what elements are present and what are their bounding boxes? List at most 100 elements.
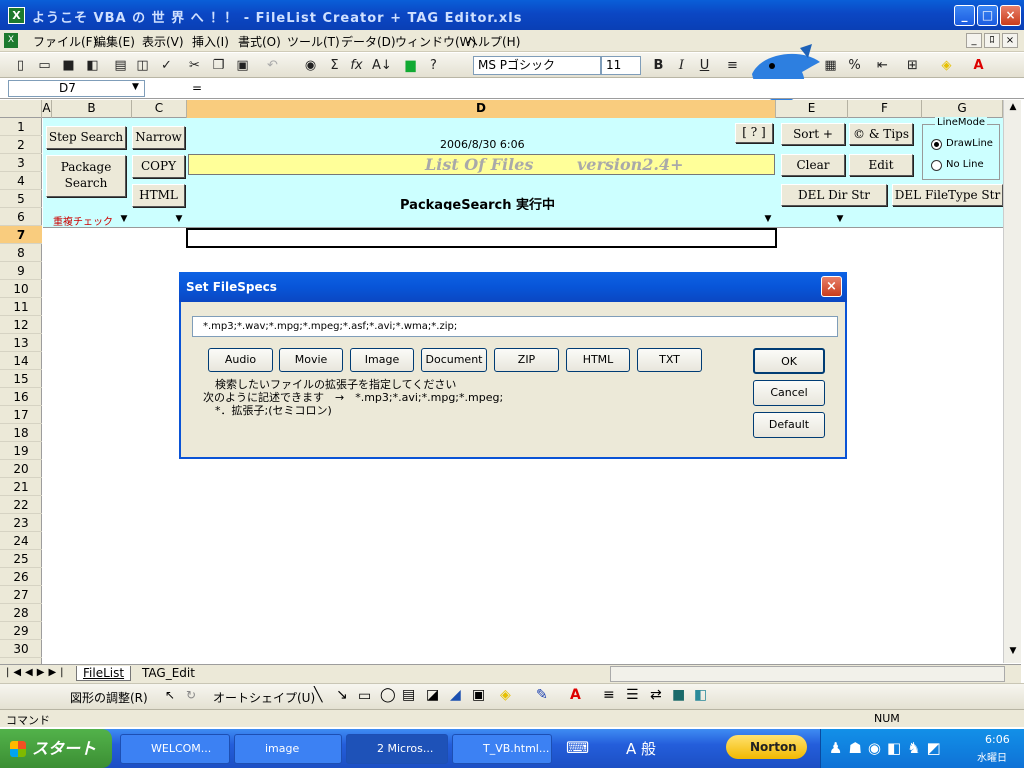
row-header-2[interactable]: 2 <box>0 136 42 154</box>
row-header-6[interactable]: 6 <box>0 208 42 226</box>
menu-format[interactable]: 書式(O) <box>238 33 281 50</box>
save-icon[interactable]: ■ <box>60 57 77 74</box>
row-header-17[interactable]: 17 <box>0 406 42 424</box>
row-header-20[interactable]: 20 <box>0 460 42 478</box>
hyperlink-icon[interactable]: ◉ <box>302 57 319 74</box>
horizontal-scrollbar[interactable] <box>610 666 1005 682</box>
function-icon[interactable]: fx <box>348 57 365 74</box>
arrow-icon[interactable]: ↘ <box>336 687 348 703</box>
tips-button[interactable]: © & Tips <box>849 123 913 145</box>
cut-icon[interactable]: ✂ <box>186 57 203 74</box>
menu-edit[interactable]: 編集(E) <box>94 33 135 50</box>
workbook-icon[interactable]: X <box>4 33 18 48</box>
select-pointer-icon[interactable]: ↖ <box>165 688 175 702</box>
font-color-button[interactable]: A <box>970 57 987 74</box>
doc-minimize-button[interactable]: _ <box>966 33 982 48</box>
column-header-g[interactable]: G <box>922 100 1003 118</box>
del-filetype-str-button[interactable]: DEL FileType Str <box>892 184 1003 206</box>
package-search-button[interactable]: Package Search <box>46 155 126 197</box>
document-button[interactable]: Document <box>421 348 487 372</box>
diagram-icon[interactable]: ◢ <box>450 687 461 703</box>
cancel-button[interactable]: Cancel <box>753 380 825 406</box>
draw-font-color-icon[interactable]: A <box>570 687 581 703</box>
paste-icon[interactable]: ▣ <box>234 57 251 74</box>
list-title-cell[interactable]: List Of Files version2.4+ <box>188 154 775 175</box>
spelling-icon[interactable]: ✓ <box>158 57 175 74</box>
open-icon[interactable]: ▭ <box>36 57 53 74</box>
excel-app-icon[interactable]: X <box>8 7 25 24</box>
row-header-30[interactable]: 30 <box>0 640 42 658</box>
chart-wizard-icon[interactable]: ▆ <box>402 57 419 74</box>
menu-file[interactable]: ファイル(F) <box>33 33 97 50</box>
select-all-corner[interactable] <box>0 100 42 118</box>
row-header-23[interactable]: 23 <box>0 514 42 532</box>
italic-button[interactable]: I <box>673 57 690 74</box>
doc-close-button[interactable]: × <box>1002 33 1018 48</box>
row-header-28[interactable]: 28 <box>0 604 42 622</box>
copy-button[interactable]: COPY <box>132 155 185 178</box>
wordart-icon[interactable]: ◪ <box>426 687 439 703</box>
font-size-select[interactable]: 11 <box>601 56 641 75</box>
row-header-9[interactable]: 9 <box>0 262 42 280</box>
filter-dropdown-e-icon[interactable]: ▼ <box>833 212 847 226</box>
menu-data[interactable]: データ(D) <box>341 33 396 50</box>
tray-icons[interactable]: ♟☗◉◧♞◩ <box>829 739 947 757</box>
tab-nav-icons[interactable]: |◀◀▶▶| <box>6 667 68 678</box>
audio-button[interactable]: Audio <box>208 348 273 372</box>
row-header-18[interactable]: 18 <box>0 424 42 442</box>
row-header-21[interactable]: 21 <box>0 478 42 496</box>
row-header-4[interactable]: 4 <box>0 172 42 190</box>
rotate-icon[interactable]: ↻ <box>186 688 196 702</box>
menu-view[interactable]: 表示(V) <box>142 33 184 50</box>
step-search-button[interactable]: Step Search <box>46 126 126 149</box>
row-header-10[interactable]: 10 <box>0 280 42 298</box>
txt-button[interactable]: TXT <box>637 348 702 372</box>
row-header-27[interactable]: 27 <box>0 586 42 604</box>
menu-insert[interactable]: 挿入(I) <box>192 33 229 50</box>
copy-icon[interactable]: ❐ <box>210 57 227 74</box>
html-filter-button[interactable]: HTML <box>566 348 630 372</box>
filespec-input[interactable]: *.mp3;*.wav;*.mpg;*.mpeg;*.asf;*.avi;*.w… <box>192 316 838 337</box>
del-dir-str-button[interactable]: DEL Dir Str <box>781 184 887 206</box>
textbox-icon[interactable]: ▤ <box>402 687 415 703</box>
column-header-a[interactable]: A <box>42 100 52 118</box>
row-header-13[interactable]: 13 <box>0 334 42 352</box>
vertical-scrollbar[interactable]: ▲ ▼ <box>1003 100 1021 663</box>
row-header-11[interactable]: 11 <box>0 298 42 316</box>
indent-icon[interactable]: ⇤ <box>874 57 891 74</box>
image-button[interactable]: Image <box>350 348 414 372</box>
task-welcome[interactable]: WELCOM... <box>120 734 230 764</box>
borders-icon[interactable]: ⊞ <box>904 57 921 74</box>
dialog-close-button[interactable]: × <box>821 276 842 297</box>
print-preview-icon[interactable]: ◫ <box>134 57 151 74</box>
shadow-icon[interactable]: ■ <box>672 687 685 703</box>
close-button[interactable]: × <box>1000 5 1021 26</box>
task-excel[interactable]: 2 Micros... <box>346 734 448 764</box>
default-button[interactable]: Default <box>753 412 825 438</box>
fill-color-icon[interactable]: ◈ <box>938 57 955 74</box>
row-header-8[interactable]: 8 <box>0 244 42 262</box>
line-color-icon[interactable]: ✎ <box>536 687 548 703</box>
row-header-19[interactable]: 19 <box>0 442 42 460</box>
row-header-1[interactable]: 1 <box>0 118 42 136</box>
scroll-up-icon[interactable]: ▲ <box>1006 102 1020 116</box>
autoshape-menu[interactable]: オートシェイプ(U) <box>213 689 315 706</box>
new-icon[interactable]: ▯ <box>12 57 29 74</box>
help-bracket-button[interactable]: [ ? ] <box>735 123 773 143</box>
keyboard-icon[interactable]: ⌨ <box>566 738 589 757</box>
column-header-e[interactable]: E <box>776 100 848 118</box>
drawline-radio[interactable] <box>931 139 942 150</box>
percent-button[interactable]: % <box>846 57 863 74</box>
noline-radio[interactable] <box>931 160 942 171</box>
font-name-select[interactable]: MS Pゴシック <box>473 56 601 75</box>
row-header-22[interactable]: 22 <box>0 496 42 514</box>
autosum-icon[interactable]: Σ <box>326 57 343 74</box>
html-button[interactable]: HTML <box>132 184 185 207</box>
filter-dropdown-d-icon[interactable]: ▼ <box>761 212 775 226</box>
row-header-3[interactable]: 3 <box>0 154 42 172</box>
draw-adjust-menu[interactable]: 図形の調整(R) <box>70 689 148 706</box>
menu-tools[interactable]: ツール(T) <box>287 33 340 50</box>
maximize-button[interactable]: □ <box>977 5 998 26</box>
sort-plus-button[interactable]: Sort + <box>781 123 845 145</box>
bold-button[interactable]: B <box>650 57 667 74</box>
